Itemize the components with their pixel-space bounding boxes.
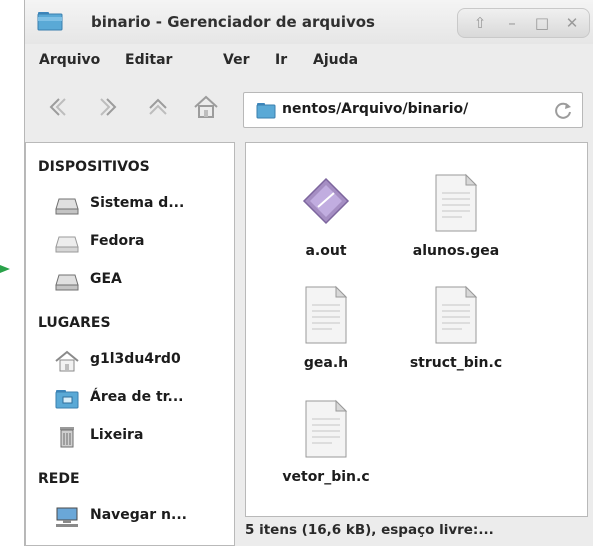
up-icon[interactable] [143,92,173,122]
window-title: binario - Gerenciador de arquivos [91,13,375,31]
sidebar-item-label: Navegar n... [90,507,187,523]
menu-ver[interactable]: Ver [223,52,249,68]
section-lugares: LUGARES [38,315,111,331]
status-bar: 5 itens (16,6 kB), espaço livre:... [245,522,494,538]
file-view: a.out alunos.gea gea.h struct_bin.c veto… [245,142,588,517]
file-label: a.out [305,243,347,259]
section-dispositivos: DISPOSITIVOS [38,159,150,175]
text-file-icon [305,285,348,344]
drive-icon [55,236,79,253]
text-file-icon [305,399,348,458]
sidebar-item-home[interactable]: g1l3du4rd0 [54,347,234,375]
drive-icon [55,198,79,215]
menu-arquivo[interactable]: Arquivo [39,52,100,68]
file-label: struct_bin.c [409,355,503,371]
text-file-icon [435,173,478,232]
sidebar-item-label: Lixeira [90,427,144,443]
title-bar[interactable]: binario - Gerenciador de arquivos ⇧ – □ … [25,0,593,44]
file-item-struct-bin-c[interactable]: struct_bin.c [396,273,516,385]
file-item-alunos-gea[interactable]: alunos.gea [396,161,516,273]
file-label: alunos.gea [412,243,500,259]
address-bar[interactable]: nentos/Arquivo/binario/ [243,92,583,128]
pointer-arrow-icon [0,265,10,273]
sidebar-item-label: GEA [90,271,122,287]
sidebar-item-label: g1l3du4rd0 [90,351,181,367]
minimize-icon[interactable]: – [502,13,522,33]
home-icon[interactable] [191,92,221,122]
home-icon [55,350,79,372]
folder-icon [256,103,276,119]
file-item-a-out[interactable]: a.out [266,161,386,273]
sidebar-item-label: Sistema d... [90,195,185,211]
menu-ajuda[interactable]: Ajuda [313,52,358,68]
file-item-vetor-bin-c[interactable]: vetor_bin.c [266,387,386,499]
forward-icon[interactable] [93,92,123,122]
sidebar-item-gea[interactable]: GEA [54,267,234,295]
desktop-folder-icon [55,390,79,409]
network-icon [56,507,78,527]
sidebar-item-trash[interactable]: Lixeira [54,423,234,451]
sidebar-item-desktop[interactable]: Área de tr... [54,385,234,413]
sidebar-item-network[interactable]: Navegar n... [54,503,234,531]
reload-icon[interactable] [552,99,574,121]
maximize-icon[interactable]: □ [532,13,552,33]
text-file-icon [435,285,478,344]
shade-icon[interactable]: ⇧ [470,13,490,33]
back-icon[interactable] [43,92,73,122]
sidebar-item-fedora[interactable]: Fedora [54,229,234,257]
sidebar: DISPOSITIVOS Sistema d... Fedora GEA LUG… [25,142,235,546]
sidebar-item-label: Área de tr... [90,389,184,405]
menu-ir[interactable]: Ir [275,52,287,68]
trash-icon [60,427,74,448]
close-icon[interactable]: ✕ [562,13,582,33]
menu-bar: Arquivo Editar Ver Ir Ajuda [25,46,593,76]
file-manager-window: binario - Gerenciador de arquivos ⇧ – □ … [24,0,593,546]
drive-icon [55,274,79,291]
menu-editar[interactable]: Editar [125,52,172,68]
folder-icon [37,12,63,31]
executable-icon [302,177,350,225]
file-item-gea-h[interactable]: gea.h [266,273,386,385]
window-controls: ⇧ – □ ✕ [457,8,590,38]
sidebar-item-sistema[interactable]: Sistema d... [54,191,234,219]
address-path: nentos/Arquivo/binario/ [282,101,469,117]
sidebar-item-label: Fedora [90,233,145,249]
toolbar: nentos/Arquivo/binario/ [25,80,593,136]
section-rede: REDE [38,471,80,487]
file-label: gea.h [303,355,349,371]
file-label: vetor_bin.c [282,469,370,485]
